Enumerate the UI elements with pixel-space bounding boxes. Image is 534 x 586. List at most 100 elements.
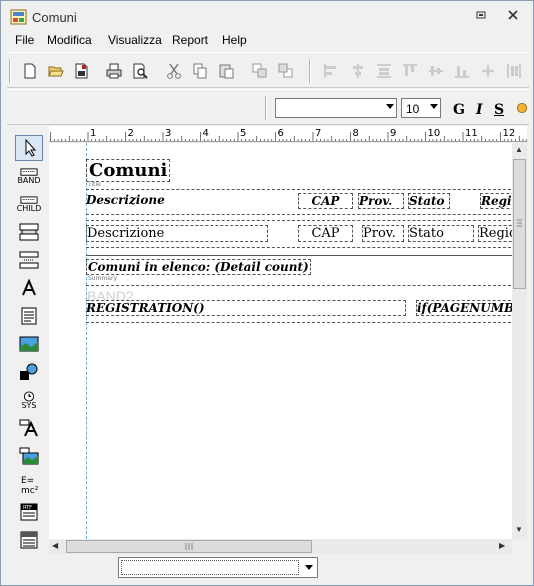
band-selector-combo[interactable] — [118, 557, 318, 578]
horizontal-scrollbar[interactable]: ◀ ▶ — [49, 539, 512, 554]
header-stato[interactable]: Stato — [408, 193, 450, 209]
ruler-number: 10 — [428, 128, 441, 139]
sys-label: SYS — [21, 400, 37, 410]
restore-icon — [476, 11, 486, 19]
menu-help[interactable]: Help — [222, 33, 247, 47]
vertical-scrollbar[interactable]: ▲ ▼ — [512, 143, 527, 539]
ruler-number: 5 — [240, 128, 246, 139]
rtf-tool[interactable]: RTF — [15, 499, 43, 525]
group-band-tool[interactable] — [15, 219, 43, 245]
font-color-button[interactable] — [515, 97, 529, 119]
font-name-combo[interactable] — [275, 98, 397, 118]
print-button[interactable] — [103, 60, 125, 82]
align-left-button[interactable] — [321, 60, 343, 82]
detail-regione[interactable]: Regio — [478, 225, 512, 242]
ruler-ticks: 1 2 3 4 5 6 7 8 9 10 11 12 — [50, 128, 527, 141]
align-grid-button[interactable] — [477, 60, 499, 82]
band-label: BAND — [17, 175, 41, 185]
detail-cap[interactable]: CAP — [298, 225, 353, 242]
open-button[interactable] — [45, 60, 67, 82]
footer-pagenumber[interactable]: if(PAGENUMBE — [416, 300, 512, 316]
align-middle-icon — [429, 66, 443, 76]
detail-descrizione[interactable]: Descrizione — [86, 225, 268, 242]
picture-tool[interactable] — [15, 331, 43, 357]
close-icon — [508, 10, 518, 20]
menu-file[interactable]: File — [15, 33, 34, 47]
menu-report[interactable]: Report — [172, 33, 208, 47]
italic-button[interactable]: I — [476, 102, 483, 118]
copy-button[interactable] — [189, 60, 211, 82]
detail-prov[interactable]: Prov. — [362, 225, 404, 242]
summary-band-tag: Summary — [88, 275, 117, 282]
child-band-tool[interactable]: CHILD — [15, 191, 43, 217]
scroll-up-icon[interactable]: ▲ — [515, 145, 523, 154]
underline-button[interactable]: S — [494, 102, 504, 118]
equal-width-icon — [377, 64, 391, 78]
bring-front-button[interactable] — [249, 60, 271, 82]
scroll-left-icon[interactable]: ◀ — [52, 541, 58, 550]
toolbar-separator — [309, 59, 311, 83]
paste-button[interactable] — [215, 60, 237, 82]
shape-icon — [20, 363, 38, 380]
align-width-button[interactable] — [373, 60, 395, 82]
header-regione[interactable]: Regi — [480, 193, 512, 209]
paste-icon — [219, 64, 234, 79]
text-tool[interactable] — [15, 275, 43, 301]
header-descrizione[interactable]: Descrizione — [86, 193, 172, 207]
chevron-down-icon — [305, 565, 313, 570]
summary-band[interactable]: Comuni in elenco: (Detail count) Summary — [86, 255, 512, 286]
align-vcenter-button[interactable] — [425, 60, 447, 82]
horizontal-scroll-thumb[interactable] — [66, 540, 312, 553]
align-hcenter-button[interactable] — [347, 60, 369, 82]
save-button[interactable] — [71, 60, 93, 82]
band-tool[interactable]: BAND — [15, 163, 43, 189]
menu-visualizza[interactable]: Visualizza — [108, 33, 162, 47]
title-band[interactable]: Comuni Title — [86, 157, 512, 190]
cut-button[interactable] — [163, 60, 185, 82]
formula-icon: E=mc² — [21, 476, 39, 494]
tool-palette: BAND CHILD SYS E= mc² RTF — [13, 131, 45, 551]
equal-height-button[interactable] — [503, 60, 525, 82]
detail-stato[interactable]: Stato — [408, 225, 474, 242]
scroll-right-icon[interactable]: ▶ — [499, 541, 505, 550]
db-image-tool[interactable] — [15, 443, 43, 469]
restore-button[interactable] — [472, 9, 490, 25]
clock-icon — [23, 390, 35, 402]
new-button[interactable] — [19, 60, 41, 82]
page-footer-band[interactable]: REGISTRATION() if(PAGENUMBE — [86, 299, 512, 323]
close-button[interactable] — [504, 9, 522, 25]
memo-tool[interactable] — [15, 303, 43, 329]
expression-tool[interactable]: E= mc² — [15, 471, 43, 497]
font-size-combo[interactable]: 10 — [401, 98, 441, 118]
align-bottom-icon — [455, 66, 469, 78]
vertical-scroll-thumb[interactable] — [513, 159, 526, 289]
report-title-label[interactable]: Comuni — [86, 159, 171, 182]
report-design-canvas[interactable]: Comuni Title Descrizione CAP Prov. Stato… — [49, 143, 512, 539]
select-tool[interactable] — [15, 135, 43, 161]
scroll-down-icon[interactable]: ▼ — [515, 525, 523, 534]
detail-band[interactable]: Descrizione CAP Prov. Stato Regio — [86, 220, 512, 248]
svg-text:E=: E= — [21, 476, 34, 486]
header-cap[interactable]: CAP — [298, 193, 353, 209]
menu-modifica[interactable]: Modifica — [47, 33, 92, 47]
column-header-band[interactable]: Descrizione CAP Prov. Stato Regi — [86, 190, 512, 215]
shape-tool[interactable] — [15, 359, 43, 385]
menu-bar: File Modifica Visualizza Report Help — [1, 31, 533, 51]
header-prov[interactable]: Prov. — [358, 193, 404, 209]
chevron-down-icon — [386, 104, 394, 109]
db-rtf-tool[interactable] — [15, 527, 43, 553]
summary-count-label[interactable]: Comuni in elenco: (Detail count) — [86, 259, 311, 275]
subdetail-tool[interactable] — [15, 247, 43, 273]
footer-registration[interactable]: REGISTRATION() — [86, 300, 406, 316]
db-text-tool[interactable] — [15, 415, 43, 441]
send-back-button[interactable] — [275, 60, 297, 82]
letter-a-icon — [22, 278, 36, 296]
align-bottom-button[interactable] — [451, 60, 473, 82]
copy-icon — [193, 63, 207, 79]
align-top-button[interactable] — [399, 60, 421, 82]
equal-height-icon — [507, 64, 521, 78]
db-rtf-icon — [20, 531, 38, 549]
system-field-tool[interactable]: SYS — [15, 387, 43, 413]
preview-button[interactable] — [129, 60, 151, 82]
bold-button[interactable]: G — [453, 102, 465, 118]
